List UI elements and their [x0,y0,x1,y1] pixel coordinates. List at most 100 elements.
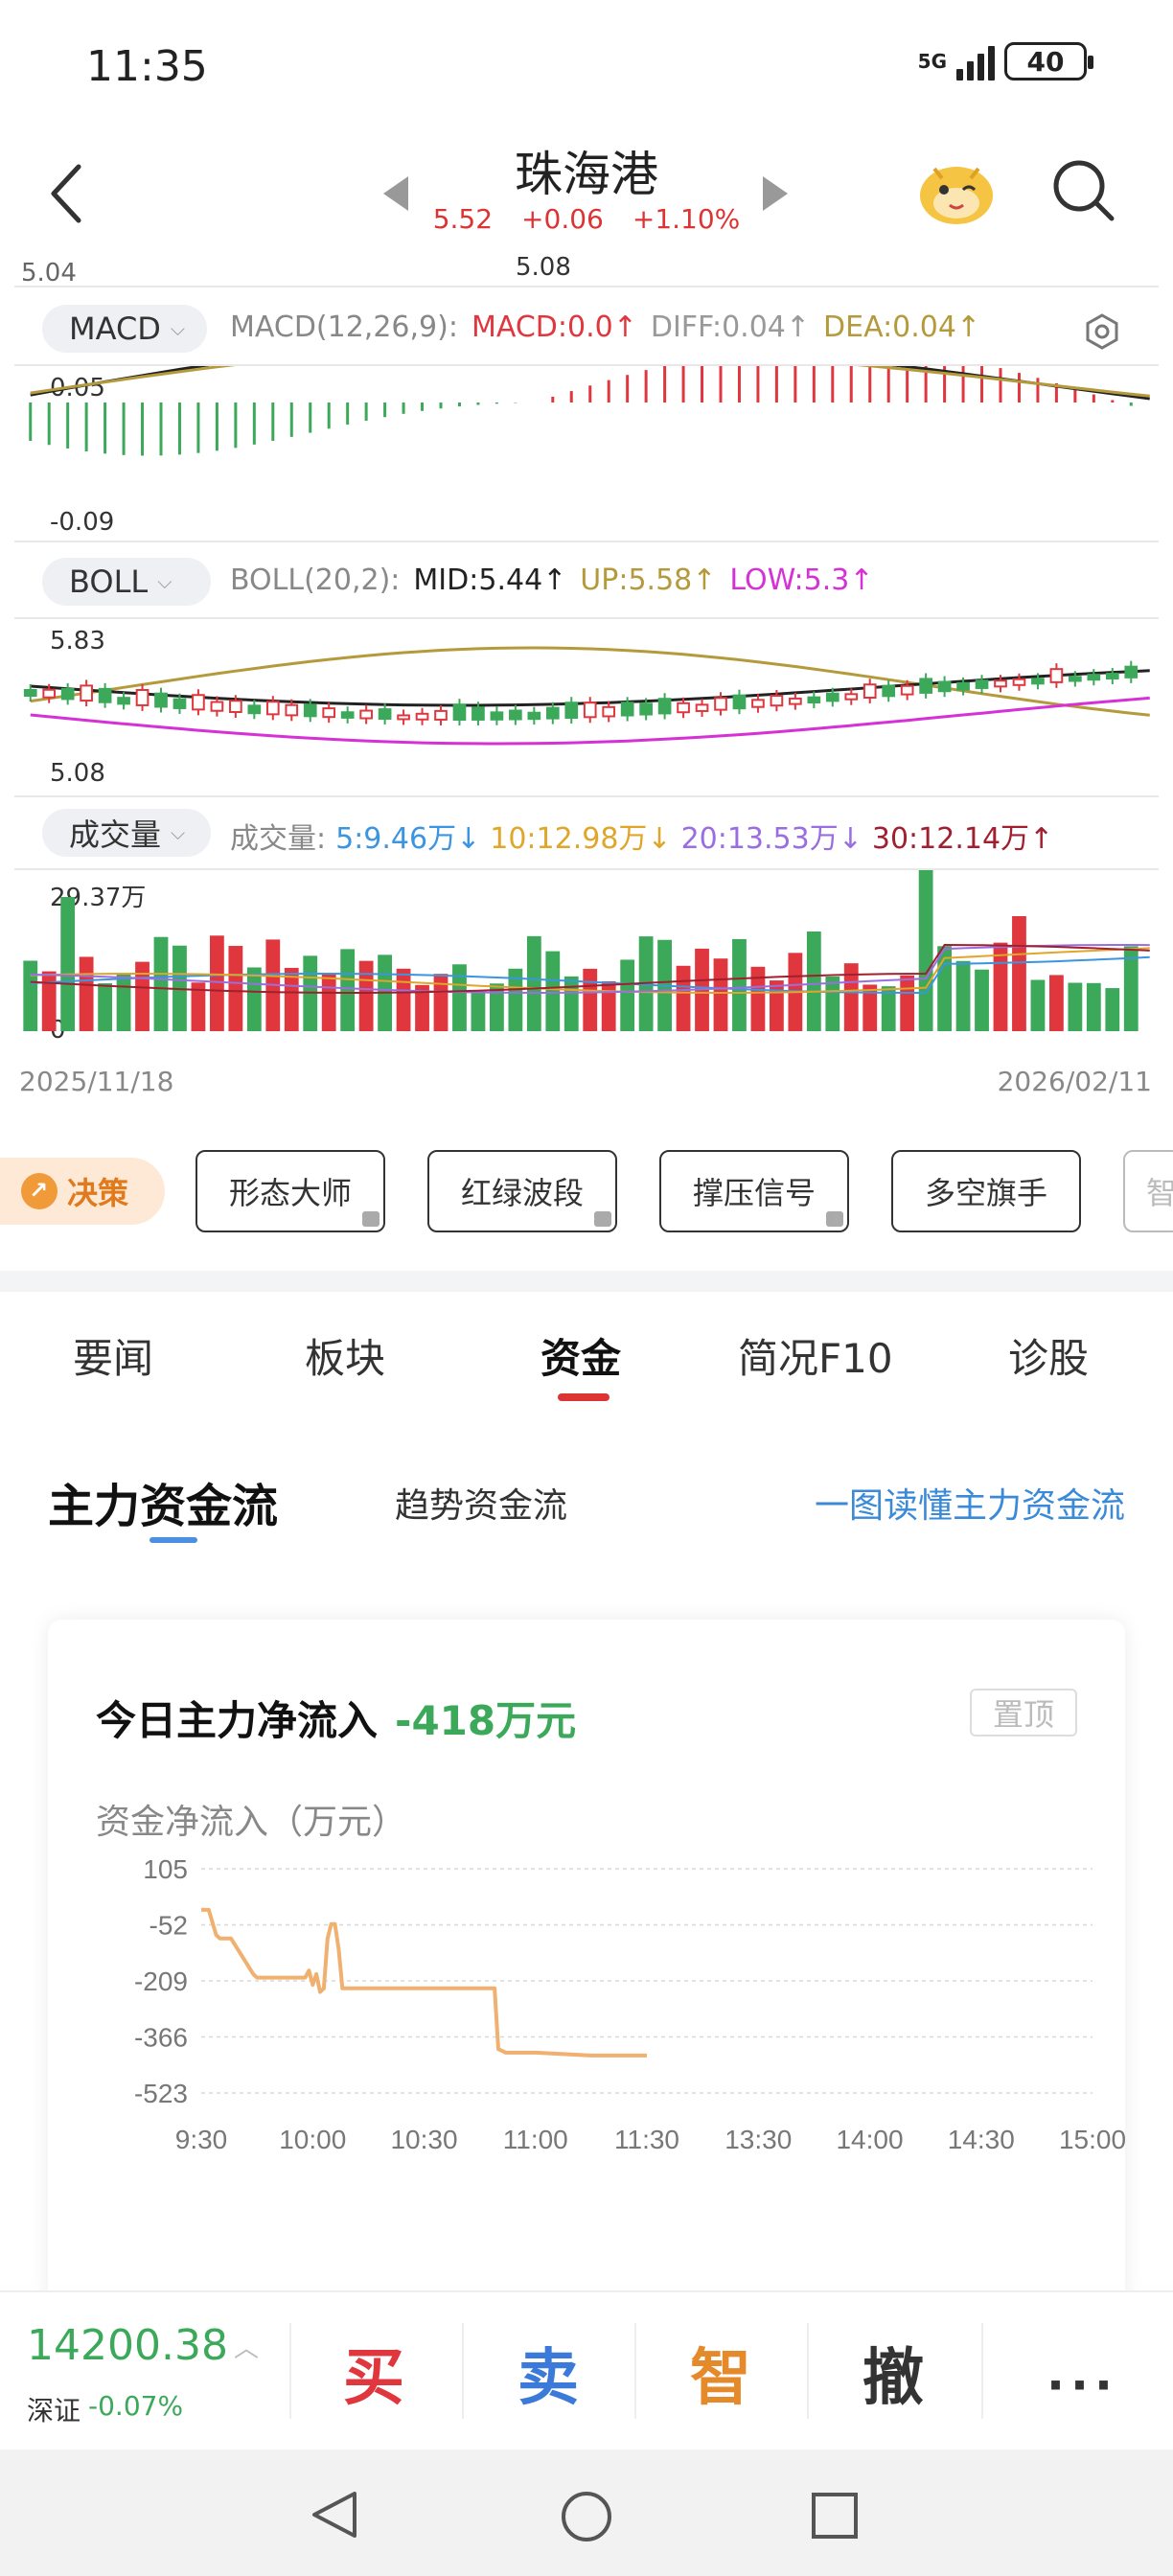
volume-bar [340,949,356,1031]
search-button[interactable] [1052,159,1116,226]
tab-funds[interactable]: 资金 [540,1326,621,1385]
y-tick-label: -209 [134,1966,188,1996]
boll-up: UP:5.58↑ [580,564,717,597]
kline-chart[interactable]: 5.04 5.08 MACD ⌵ MACD(12,26,9): MACD:0.0↑… [0,253,1173,1121]
section-main-flow[interactable]: 主力资金流 [48,1468,278,1535]
boll-mid: MID:5.44↑ [413,564,567,597]
candle-body [882,684,896,698]
price-change-pct: +1.10% [632,203,741,235]
decision-label: 决策 [67,1175,129,1211]
buy-button[interactable]: 买 [343,2329,404,2417]
y-tick-label: -52 [150,1911,188,1941]
cancel-order-button[interactable]: 撤 [862,2329,924,2417]
chip-support-resistance[interactable]: 撑压信号 [659,1150,849,1232]
candle-body [490,711,504,721]
nav-back-button[interactable] [309,2488,360,2545]
divider-band [0,1271,1173,1292]
candle-body [340,711,355,719]
volume-ma30: 30:12.14万↑ [871,822,1054,856]
candle-body [1012,678,1026,686]
pin-button[interactable]: 置顶 [970,1689,1077,1736]
volume-bar [676,965,691,1031]
boll-selector[interactable]: BOLL ⌵ [42,558,211,606]
volume-bar [1105,988,1120,1031]
smart-button[interactable]: 智 [690,2329,751,2417]
volume-bar [321,974,336,1031]
candle-body [956,681,970,691]
chip-more[interactable]: 智 [1123,1150,1173,1232]
chevron-up-icon[interactable]: ︿ [234,2329,259,2364]
settings-icon [1086,313,1118,350]
candle-body [285,703,299,717]
candle-body [677,702,690,714]
tab-diagnosis[interactable]: 诊股 [1008,1326,1089,1385]
x-tick-label: 11:00 [503,2125,568,2154]
candle-body [452,703,467,721]
volume-bar [98,983,112,1031]
volume-bar [750,966,766,1031]
candle-body [732,694,747,710]
volume-bar [843,963,859,1031]
chip-bull-bear-flag[interactable]: 多空旗手 [891,1150,1081,1232]
tab-sector[interactable]: 板块 [305,1326,385,1385]
candle-body [844,693,859,701]
index-value[interactable]: 14200.38 [27,2321,228,2370]
volume-bar [526,935,541,1031]
candle-body [192,694,205,711]
volume-bar [396,968,411,1031]
lock-icon [594,1211,611,1227]
volume-bar [358,960,374,1031]
volume-bar [770,980,784,1031]
volume-label: 成交量: [230,822,327,856]
volume-bar [732,938,747,1031]
chip-label: 撑压信号 [692,1175,816,1211]
tab-news[interactable]: 要闻 [73,1326,153,1385]
candle-body [303,703,317,718]
nav-back-icon [312,2492,356,2538]
chip-label: 红绿波段 [460,1175,584,1211]
flow-line-chart[interactable]: 105 -52 -209 -366 -523 9:30 10:00 10:30 11:00 11:… [96,1859,1131,2242]
candle-body [900,684,914,696]
candle-body [862,683,877,700]
settings-button[interactable] [1083,312,1121,355]
decision-button[interactable]: ↗ 决策 [0,1158,165,1225]
candle-body [639,702,653,716]
chip-pattern-master[interactable]: 形态大师 [196,1150,385,1232]
volume-bar [583,968,598,1031]
volume-bar [60,897,76,1031]
section-trend-flow[interactable]: 趋势资金流 [395,1478,567,1528]
nav-recents-button[interactable] [811,2492,859,2543]
x-tick-label: 15:00 [1059,2125,1126,2154]
macd-value: MACD:0.0↑ [471,310,637,344]
tab-profile-f10[interactable]: 简况F10 [738,1326,893,1385]
volume-ma5: 5:9.46万↓ [335,822,481,856]
sell-button[interactable]: 卖 [518,2329,579,2417]
volume-values: 成交量: 5:9.46万↓ 10:12.98万↓ 20:13.53万↓ 30:1… [230,815,1053,857]
lock-icon [826,1211,843,1227]
volume-bar [620,959,635,1031]
candle-body [527,711,541,721]
volume-bar [23,960,38,1031]
chevron-down-icon: ⌵ [157,570,172,593]
chip-red-green-band[interactable]: 红绿波段 [427,1150,617,1232]
volume-plot [23,870,1150,1031]
nav-home-icon [562,2492,611,2542]
candle-body [415,712,429,721]
explainer-link[interactable]: 一图读懂主力资金流 [815,1478,1125,1528]
macd-selector[interactable]: MACD ⌵ [42,305,207,353]
price-change: +0.06 [521,203,604,235]
candle-body [1087,674,1101,681]
volume-selector-label: 成交量 [69,816,162,853]
volume-bar [471,992,486,1031]
nav-home-button[interactable] [560,2490,613,2547]
more-button[interactable]: ··· [1046,2358,1118,2413]
candle-body [135,688,150,706]
mascot-icon[interactable] [915,155,998,228]
volume-bar [601,980,616,1031]
candle-body [247,704,262,715]
price-axis-top: 5.04 [21,259,77,288]
dea-value: DEA:0.04↑ [823,310,981,344]
candle-body [322,707,336,719]
volume-selector[interactable]: 成交量 ⌵ [42,809,211,857]
candle-body [1105,673,1119,679]
